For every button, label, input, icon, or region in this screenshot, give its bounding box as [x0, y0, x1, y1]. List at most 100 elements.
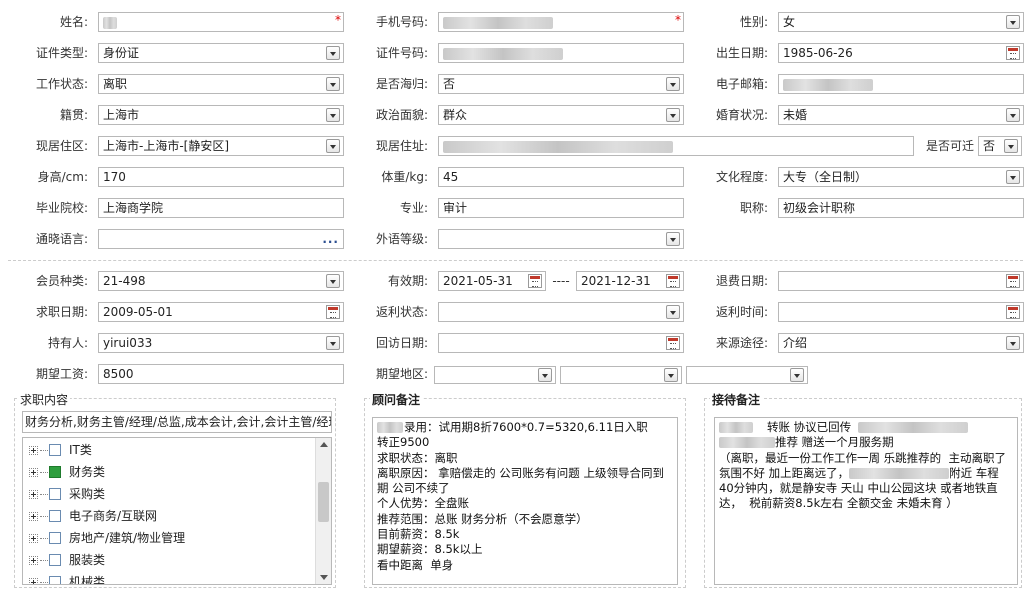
- expand-plus-icon[interactable]: [29, 512, 38, 521]
- expand-plus-icon[interactable]: [29, 556, 38, 565]
- category-checkbox[interactable]: [49, 466, 61, 478]
- email-field[interactable]: [778, 74, 1024, 94]
- calendar-icon[interactable]: [326, 305, 340, 319]
- chevron-down-icon[interactable]: [1006, 336, 1020, 350]
- job-summary-field[interactable]: 财务分析,财务主管/经理/总监,成本会计,会计,会计主管/经理: [22, 411, 332, 433]
- category-checkbox[interactable]: [49, 576, 61, 584]
- relocate-select[interactable]: 否: [978, 136, 1022, 156]
- work-status-select[interactable]: 离职: [98, 74, 344, 94]
- rebate-time-field[interactable]: [778, 302, 1024, 322]
- member-type-select[interactable]: 21-498: [98, 271, 344, 291]
- returnee-select[interactable]: 否: [438, 74, 684, 94]
- expand-plus-icon[interactable]: [29, 446, 38, 455]
- tree-scrollbar[interactable]: [315, 438, 331, 584]
- category-label[interactable]: 服装类: [69, 551, 105, 569]
- phone-field[interactable]: *: [438, 12, 684, 32]
- phone-label: 手机号码:: [375, 15, 428, 29]
- advisor-note-textarea[interactable]: 录用：试用期8折7600*0.7=5320,6.11日入职 转正9500 求职状…: [372, 417, 678, 585]
- expand-plus-icon[interactable]: [29, 534, 38, 543]
- address-field[interactable]: [438, 136, 914, 156]
- chevron-down-icon[interactable]: [1006, 108, 1020, 122]
- chevron-down-icon[interactable]: [666, 108, 680, 122]
- chevron-down-icon[interactable]: [1006, 170, 1020, 184]
- gender-label: 性别:: [739, 15, 768, 29]
- calendar-icon[interactable]: [666, 336, 680, 350]
- birth-date-field[interactable]: 1985-06-26: [778, 43, 1024, 63]
- marital-select[interactable]: 未婚: [778, 105, 1024, 125]
- calendar-icon[interactable]: [528, 274, 542, 288]
- category-label[interactable]: 房地产/建筑/物业管理: [69, 529, 185, 547]
- political-select[interactable]: 群众: [438, 105, 684, 125]
- foreign-level-select[interactable]: [438, 229, 684, 249]
- chevron-down-icon[interactable]: [666, 305, 680, 319]
- native-select[interactable]: 上海市: [98, 105, 344, 125]
- category-checkbox[interactable]: [49, 488, 61, 500]
- job-category-tree[interactable]: IT类财务类采购类电子商务/互联网房地产/建筑/物业管理 服装类机械类: [22, 437, 332, 585]
- chevron-down-icon[interactable]: [326, 274, 340, 288]
- chevron-down-icon[interactable]: [326, 108, 340, 122]
- category-label[interactable]: 机械类: [69, 573, 105, 584]
- calendar-icon[interactable]: [1006, 274, 1020, 288]
- refund-date-field[interactable]: [778, 271, 1024, 291]
- chevron-down-icon[interactable]: [326, 46, 340, 60]
- valid-end-field[interactable]: 2021-12-31: [576, 271, 684, 291]
- scroll-down-icon[interactable]: [320, 575, 328, 580]
- calendar-icon[interactable]: [666, 274, 680, 288]
- name-field[interactable]: *: [98, 12, 344, 32]
- category-label[interactable]: IT类: [69, 441, 92, 459]
- title-label: 职称:: [739, 201, 768, 215]
- chevron-down-icon[interactable]: [790, 368, 804, 382]
- chevron-down-icon[interactable]: [664, 368, 678, 382]
- apply-date-field[interactable]: 2009-05-01: [98, 302, 344, 322]
- weight-field[interactable]: 45: [438, 167, 684, 187]
- category-checkbox[interactable]: [49, 532, 61, 544]
- school-field[interactable]: 上海商学院: [98, 198, 344, 218]
- category-label[interactable]: 采购类: [69, 485, 105, 503]
- expand-plus-icon[interactable]: [29, 578, 38, 584]
- redacted-name: [719, 422, 753, 433]
- chevron-down-icon[interactable]: [1006, 15, 1020, 29]
- calendar-icon[interactable]: [1006, 305, 1020, 319]
- area-district-select[interactable]: [686, 366, 808, 384]
- language-field[interactable]: ...: [98, 229, 344, 249]
- source-select[interactable]: 介绍: [778, 333, 1024, 353]
- scroll-thumb[interactable]: [318, 482, 329, 522]
- salary-field[interactable]: 8500: [98, 364, 344, 384]
- category-label[interactable]: 电子商务/互联网: [69, 507, 157, 525]
- chevron-down-icon[interactable]: [326, 139, 340, 153]
- scroll-up-icon[interactable]: [320, 442, 328, 447]
- category-checkbox[interactable]: [49, 554, 61, 566]
- title-field[interactable]: 初级会计职称: [778, 198, 1024, 218]
- calendar-icon[interactable]: [1006, 46, 1020, 60]
- chevron-down-icon[interactable]: [666, 77, 680, 91]
- tree-connector: [40, 450, 48, 451]
- chevron-down-icon[interactable]: [666, 232, 680, 246]
- birth-label: 出生日期:: [715, 46, 768, 60]
- education-select[interactable]: 大专（全日制）: [778, 167, 1024, 187]
- chevron-down-icon[interactable]: [1004, 139, 1018, 153]
- expand-plus-icon[interactable]: [29, 468, 38, 477]
- rebate-status-select[interactable]: [438, 302, 684, 322]
- area-city-select[interactable]: [560, 366, 682, 384]
- chevron-down-icon[interactable]: [326, 336, 340, 350]
- holder-select[interactable]: yirui033: [98, 333, 344, 353]
- area-province-select[interactable]: [434, 366, 556, 384]
- id-no-field[interactable]: [438, 43, 684, 63]
- visit-date-field[interactable]: [438, 333, 684, 353]
- category-label[interactable]: 财务类: [69, 463, 105, 481]
- reception-note-textarea[interactable]: 转账 协议已回传 推荐 赠送一个月服务期 （离职，最近一份工作工作一周 乐跳推荐…: [714, 417, 1018, 585]
- chevron-down-icon[interactable]: [326, 77, 340, 91]
- gender-select[interactable]: 女: [778, 12, 1024, 32]
- category-checkbox[interactable]: [49, 444, 61, 456]
- chevron-down-icon[interactable]: [538, 368, 552, 382]
- residence-select[interactable]: 上海市-上海市-[静安区]: [98, 136, 344, 156]
- category-checkbox[interactable]: [49, 510, 61, 522]
- tree-connector: [40, 538, 48, 539]
- height-field[interactable]: 170: [98, 167, 344, 187]
- id-type-select[interactable]: 身份证: [98, 43, 344, 63]
- valid-start-field[interactable]: 2021-05-31: [438, 271, 546, 291]
- ellipsis-icon[interactable]: ...: [322, 230, 339, 248]
- expand-plus-icon[interactable]: [29, 490, 38, 499]
- major-field[interactable]: 审计: [438, 198, 684, 218]
- relocate-label: 是否可迁: [925, 139, 974, 153]
